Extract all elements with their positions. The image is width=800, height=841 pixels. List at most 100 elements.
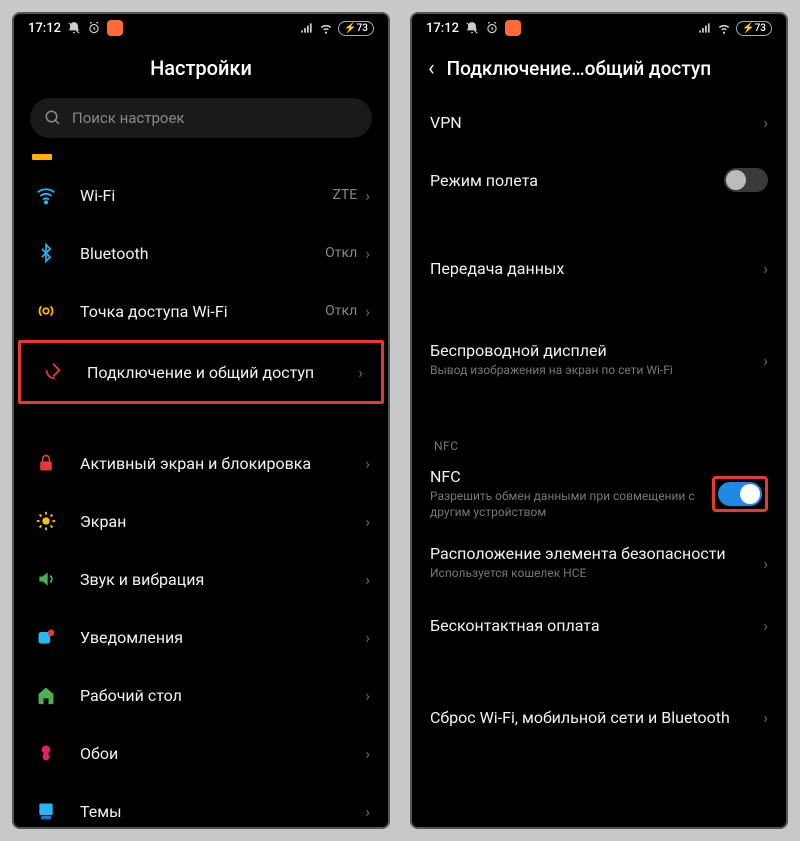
alarm-icon — [485, 21, 499, 35]
row-connection-sharing[interactable]: Подключение и общий доступ › — [21, 343, 381, 401]
row-wallpaper[interactable]: Обои › — [14, 724, 388, 782]
row-value: Откл — [325, 245, 357, 261]
row-label: Передача данных — [430, 259, 763, 278]
row-desktop[interactable]: Рабочий стол › — [14, 666, 388, 724]
row-label: Wi-Fi — [80, 186, 332, 205]
row-sub: Вывод изображения на экран по сети Wi-Fi — [430, 363, 763, 379]
row-notifications[interactable]: Уведомления › — [14, 608, 388, 666]
clock: 17:12 — [28, 21, 61, 36]
chevron-right-icon: › — [763, 554, 768, 573]
row-label: Подключение и общий доступ — [87, 363, 358, 382]
battery-indicator: ⚡73 — [338, 21, 374, 36]
row-label: Расположение элемента безопасности — [430, 544, 763, 563]
row-label: Беспроводной дисплей — [430, 341, 763, 360]
settings-screen: 17:12 ⚡73 Настройки Поиск настроек — [12, 12, 390, 829]
row-secure-element[interactable]: Расположение элемента безопасности Испол… — [412, 530, 786, 596]
wifi-icon — [32, 181, 60, 209]
search-placeholder: Поиск настроек — [72, 109, 185, 127]
chevron-right-icon: › — [365, 686, 370, 705]
row-themes[interactable]: Темы › — [14, 782, 388, 827]
chevron-right-icon: › — [365, 186, 370, 205]
wifi-icon — [319, 21, 333, 35]
row-label: Темы — [80, 802, 365, 821]
chevron-right-icon: › — [365, 512, 370, 531]
back-button[interactable]: ‹ — [428, 56, 435, 81]
row-value: ZTE — [332, 187, 357, 203]
dnd-icon — [465, 21, 479, 35]
chevron-right-icon: › — [365, 454, 370, 473]
dnd-icon — [67, 21, 81, 35]
partial-row — [14, 148, 388, 166]
alarm-icon — [87, 21, 101, 35]
app-badge-icon — [107, 20, 123, 36]
airplane-toggle[interactable] — [724, 168, 768, 192]
wifi-icon — [717, 21, 731, 35]
row-wifi[interactable]: Wi-Fi ZTE › — [14, 166, 388, 224]
row-label: Точка доступа Wi-Fi — [80, 302, 325, 321]
row-label: Звук и вибрация — [80, 570, 365, 589]
row-label: Сброс Wi-Fi, мобильной сети и Bluetooth — [430, 708, 763, 727]
row-label: Бесконтактная оплата — [430, 616, 763, 635]
brightness-icon — [32, 507, 60, 535]
row-label: Bluetooth — [80, 244, 325, 263]
row-label: VPN — [430, 113, 763, 132]
connection-screen: 17:12 ⚡73 ‹ Подключение…общий доступ VPN — [410, 12, 788, 829]
row-sub: Разрешить обмен данными при совмещении с… — [430, 489, 712, 520]
row-nfc[interactable]: NFC Разрешить обмен данными при совмещен… — [412, 457, 786, 530]
row-hotspot[interactable]: Точка доступа Wi-Fi Откл › — [14, 282, 388, 340]
row-label: Режим полета — [430, 171, 724, 190]
themes-icon — [32, 797, 60, 825]
bluetooth-icon — [32, 239, 60, 267]
battery-indicator: ⚡73 — [736, 21, 772, 36]
status-bar: 17:12 ⚡73 — [14, 14, 388, 42]
row-label: Обои — [80, 744, 365, 763]
page-title: Настройки — [14, 42, 388, 92]
chevron-right-icon: › — [365, 744, 370, 763]
row-sub: Используется кошелек HCE — [430, 566, 763, 582]
row-label: Уведомления — [80, 628, 365, 647]
row-reset-network[interactable]: Сброс Wi-Fi, мобильной сети и Bluetooth … — [412, 684, 786, 750]
chevron-right-icon: › — [763, 259, 768, 278]
sim-icon — [32, 154, 52, 160]
chevron-right-icon: › — [365, 570, 370, 589]
row-airplane[interactable]: Режим полета — [412, 151, 786, 209]
chevron-right-icon: › — [365, 302, 370, 321]
row-contactless[interactable]: Бесконтактная оплата › — [412, 596, 786, 654]
row-display[interactable]: Экран › — [14, 492, 388, 550]
row-bluetooth[interactable]: Bluetooth Откл › — [14, 224, 388, 282]
row-data-usage[interactable]: Передача данных › — [412, 239, 786, 297]
search-icon — [44, 109, 62, 127]
chevron-right-icon: › — [358, 363, 363, 382]
notifications-icon — [32, 623, 60, 651]
row-label: Активный экран и блокировка — [80, 454, 365, 473]
clock: 17:12 — [426, 21, 459, 36]
row-lockscreen[interactable]: Активный экран и блокировка › — [14, 434, 388, 492]
row-label: NFC — [430, 467, 712, 486]
chevron-right-icon: › — [763, 616, 768, 635]
nfc-toggle[interactable] — [718, 482, 762, 506]
share-icon — [39, 358, 67, 386]
app-badge-icon — [505, 20, 521, 36]
status-bar: 17:12 ⚡73 — [412, 14, 786, 42]
signal-icon — [698, 21, 712, 35]
hotspot-icon — [32, 297, 60, 325]
row-vpn[interactable]: VPN › — [412, 93, 786, 151]
chevron-right-icon: › — [365, 802, 370, 821]
section-header-nfc: NFC — [412, 423, 786, 457]
wallpaper-icon — [32, 739, 60, 767]
row-value: Откл — [325, 303, 357, 319]
row-label: Рабочий стол — [80, 686, 365, 705]
row-sound[interactable]: Звук и вибрация › — [14, 550, 388, 608]
row-label: Экран — [80, 512, 365, 531]
chevron-right-icon: › — [763, 113, 768, 132]
row-wireless-display[interactable]: Беспроводной дисплей Вывод изображения н… — [412, 327, 786, 393]
chevron-right-icon: › — [763, 351, 768, 370]
chevron-right-icon: › — [763, 708, 768, 727]
signal-icon — [300, 21, 314, 35]
lock-icon — [32, 449, 60, 477]
chevron-right-icon: › — [365, 628, 370, 647]
chevron-right-icon: › — [365, 244, 370, 263]
search-input[interactable]: Поиск настроек — [30, 98, 372, 138]
page-title: Подключение…общий доступ — [447, 57, 711, 80]
sound-icon — [32, 565, 60, 593]
